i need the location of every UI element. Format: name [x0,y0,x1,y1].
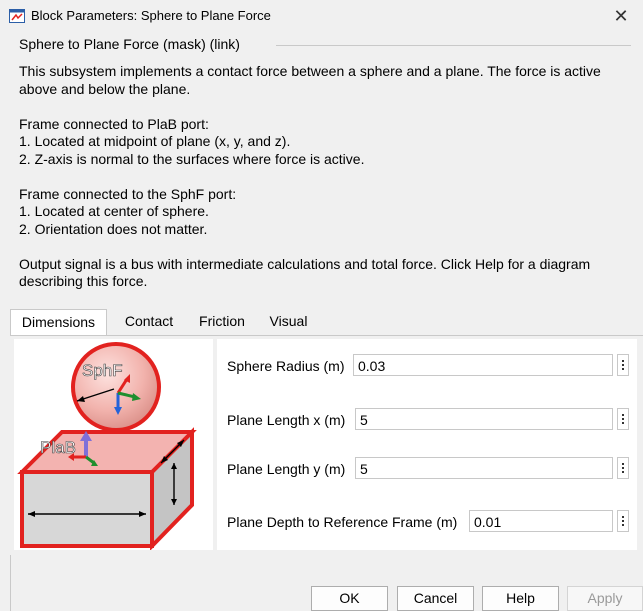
header-divider [276,45,631,46]
plab-label: PlaB [40,438,76,457]
description-paragraph: Output signal is a bus with intermediate… [19,255,591,290]
title-bar: Block Parameters: Sphere to Plane Force … [0,0,643,32]
footer-divider [10,555,11,611]
param-label: Plane Depth to Reference Frame (m) [227,514,458,530]
apply-button[interactable]: Apply [567,586,643,611]
plane-depth-input[interactable]: 0.01 [469,510,613,532]
block-diagram-image: PlaB SphF [14,339,213,551]
param-label: Plane Length x (m) [227,412,346,428]
cancel-button[interactable]: Cancel [397,586,474,611]
description-paragraph: This subsystem implements a contact forc… [19,63,601,97]
param-row-plane-length-y: Plane Length y (m) 5 [217,457,637,481]
param-label: Sphere Radius (m) [227,358,345,374]
param-options-icon[interactable] [617,354,629,376]
tab-visual[interactable]: Visual [261,309,316,335]
window-title: Block Parameters: Sphere to Plane Force [31,8,271,23]
param-label: Plane Length y (m) [227,461,346,477]
param-row-plane-length-x: Plane Length x (m) 5 [217,408,637,432]
description-paragraph: Frame connected to the SphF port: 1. Loc… [19,185,237,237]
sphf-label: SphF [82,361,123,380]
description-paragraph: Frame connected to PlaB port: 1. Located… [19,115,365,167]
tab-friction[interactable]: Friction [188,309,256,335]
tab-contact[interactable]: Contact [113,309,185,335]
sphere-radius-input[interactable]: 0.03 [353,354,613,376]
mask-description: This subsystem implements a contact forc… [19,63,631,308]
param-options-icon[interactable] [617,408,629,430]
param-options-icon[interactable] [617,510,629,532]
param-options-icon[interactable] [617,457,629,479]
plane-length-x-input[interactable]: 5 [355,408,613,430]
parameters-panel: Sphere Radius (m) 0.03 Plane Length x (m… [217,339,637,550]
mask-header: Sphere to Plane Force (mask) (link) [19,36,240,52]
close-icon[interactable]: ✕ [609,5,633,27]
help-button[interactable]: Help [482,586,559,611]
param-row-sphere-radius: Sphere Radius (m) 0.03 [217,354,637,378]
param-row-plane-depth: Plane Depth to Reference Frame (m) 0.01 [217,510,637,534]
simulink-block-icon [9,9,25,23]
plane-length-y-input[interactable]: 5 [355,457,613,479]
sphere-plane-illustration: PlaB SphF [17,342,197,551]
ok-button[interactable]: OK [311,586,388,611]
tab-dimensions[interactable]: Dimensions [10,309,107,336]
